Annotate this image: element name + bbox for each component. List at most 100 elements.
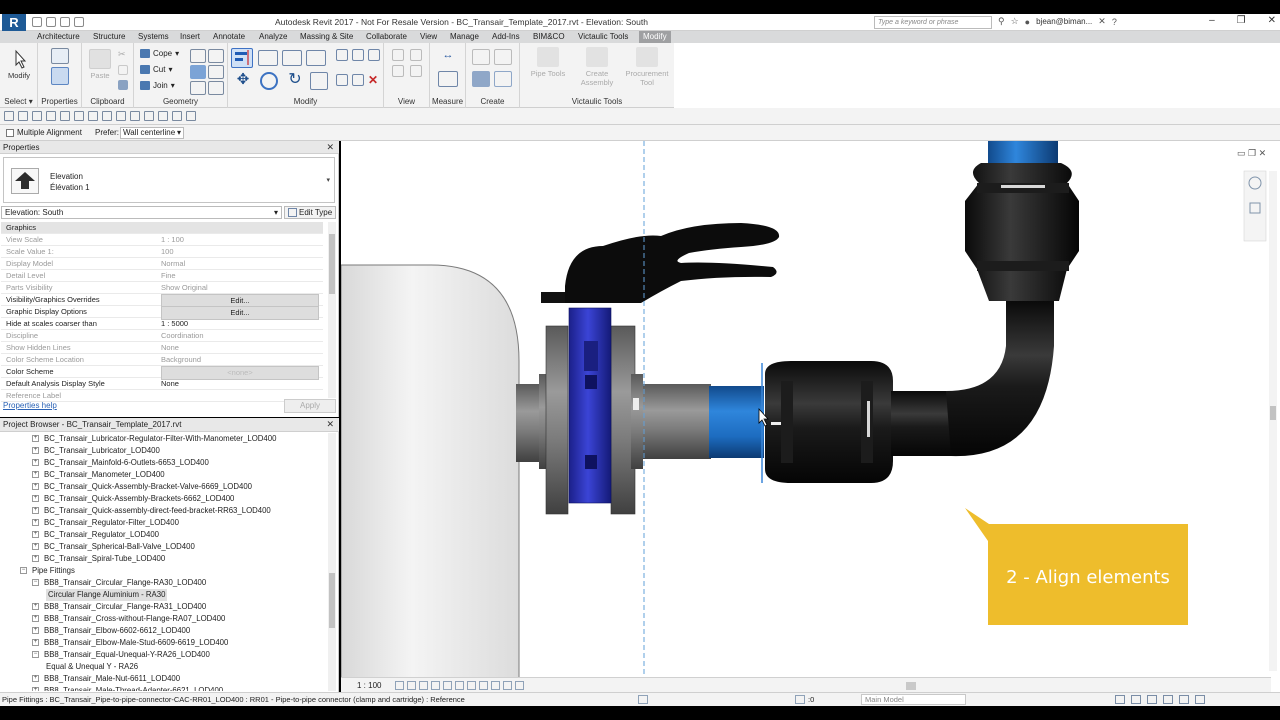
tab-annotate[interactable]: Annotate (213, 31, 245, 43)
collapse-icon[interactable]: − (32, 651, 39, 658)
user-name[interactable]: bjean@biman... (1036, 17, 1092, 26)
create-assembly-button[interactable]: Create Assembly (574, 47, 620, 87)
pipe-tools-button[interactable]: Pipe Tools (526, 47, 570, 78)
tree-item[interactable]: − BB8_Transair_Equal-Unequal-Y-RA26_LOD40… (0, 649, 326, 661)
create-group-icon[interactable] (472, 71, 490, 87)
tree-item[interactable]: + BB8_Transair_Elbow-6602-6612_LOD400 (0, 625, 326, 637)
sun-path-icon[interactable] (419, 681, 428, 690)
filter-selection-icon[interactable] (795, 695, 805, 704)
trim-extend-icon[interactable] (310, 72, 328, 90)
flange-right-ring[interactable] (631, 374, 643, 469)
expand-icon[interactable]: + (32, 507, 39, 514)
save-icon[interactable] (46, 17, 56, 27)
copy-element-icon[interactable] (260, 72, 278, 90)
search-input[interactable]: Type a keyword or phrase (874, 16, 992, 29)
tree-item[interactable]: + BC_Transair_Quick-Assembly-Brackets-666… (0, 493, 326, 505)
panel-label-select[interactable]: Select ▾ (0, 97, 37, 106)
expand-icon[interactable]: + (32, 519, 39, 526)
tree-item[interactable]: + BB8_Transair_Elbow-Male-Stud-6609-6619_… (0, 637, 326, 649)
tree-item[interactable]: + BC_Transair_Lubricator_LOD400 (0, 445, 326, 457)
redo-icon[interactable] (74, 17, 84, 27)
align-icon[interactable] (231, 48, 253, 68)
browser-scrollbar[interactable] (328, 433, 336, 691)
elevation-drawing[interactable]: 2 - Align elements ▭ ❐ ✕ (341, 141, 1280, 692)
split-face-icon[interactable] (208, 49, 224, 63)
copy-icon[interactable] (118, 65, 128, 75)
save-file-icon[interactable] (18, 111, 28, 121)
tank-body[interactable] (341, 264, 520, 692)
property-value[interactable]: None (161, 378, 319, 390)
edit-type-button[interactable]: Edit Type (284, 206, 336, 219)
analytical-model-icon[interactable] (503, 681, 512, 690)
tab-architecture[interactable]: Architecture (37, 31, 80, 43)
expand-icon[interactable]: + (32, 555, 39, 562)
tree-item[interactable]: − Pipe Fittings (0, 565, 326, 577)
property-value[interactable]: None (161, 342, 319, 354)
restore-icon[interactable]: ❐ (1237, 15, 1246, 26)
procurement-tool-button[interactable]: Procurement Tool (622, 47, 672, 87)
tree-item[interactable]: + BB8_Transair_Circular_Flange-RA31_LOD40… (0, 601, 326, 613)
expand-icon[interactable]: + (32, 471, 39, 478)
create-assembly-small-icon[interactable] (472, 49, 490, 65)
tab-add-ins[interactable]: Add-Ins (492, 31, 520, 43)
tab-victaulic-tools[interactable]: Victaulic Tools (578, 31, 628, 43)
tree-item[interactable]: + BB8_Transair_Male-Thread-Adapter-6621_L… (0, 685, 326, 691)
active-workset[interactable]: Main Model (861, 694, 966, 705)
tab-collaborate[interactable]: Collaborate (366, 31, 407, 43)
highlight-displacement-icon[interactable] (515, 681, 524, 690)
property-value[interactable]: Background (161, 354, 319, 366)
select-by-face-icon[interactable] (1163, 695, 1173, 704)
split-element-icon[interactable] (336, 49, 348, 61)
tree-item[interactable]: + BC_Transair_Regulator-Filter_LOD400 (0, 517, 326, 529)
undo-icon[interactable] (60, 17, 70, 27)
black-pipe[interactable] (891, 391, 951, 456)
property-value[interactable]: Normal (161, 258, 319, 270)
match-type-icon[interactable] (118, 80, 128, 90)
horizontal-scroll-thumb[interactable] (906, 682, 916, 690)
tree-item[interactable]: + BC_Transair_Manometer_LOD400 (0, 469, 326, 481)
move-icon[interactable]: ✥ (234, 72, 252, 90)
expand-icon[interactable]: + (32, 435, 39, 442)
tree-item[interactable]: + BB8_Transair_Male-Nut-6611_LOD400 (0, 673, 326, 685)
tab-view[interactable]: View (420, 31, 437, 43)
text-icon[interactable] (116, 111, 126, 121)
expand-icon[interactable]: + (32, 627, 39, 634)
tank-outlet-stub[interactable] (516, 384, 542, 462)
create-parts-icon[interactable] (494, 49, 512, 65)
sync-icon[interactable] (32, 111, 42, 121)
create-similar-icon[interactable] (494, 71, 512, 87)
pin-icon[interactable] (368, 49, 380, 61)
section-icon[interactable] (144, 111, 154, 121)
override-graphics-icon[interactable] (410, 49, 422, 61)
mirror-draw-axis-icon[interactable] (306, 50, 326, 66)
tab-modify[interactable]: Modify (639, 31, 671, 43)
type-selector[interactable]: Elevation Élévation 1 ▾ (3, 157, 335, 203)
view-window-controls[interactable]: ▭ ❐ ✕ (1237, 148, 1266, 158)
offset-icon[interactable] (258, 50, 278, 66)
star-icon[interactable]: ☆ (1011, 16, 1019, 27)
visual-style-icon[interactable] (407, 681, 416, 690)
vertical-blue-pipe[interactable] (988, 141, 1058, 163)
tab-systems[interactable]: Systems (138, 31, 169, 43)
paste-button[interactable]: Paste (88, 49, 112, 80)
grey-pipe[interactable] (643, 384, 711, 459)
open-icon[interactable] (32, 17, 42, 27)
chevron-down-icon[interactable]: ▾ (326, 176, 330, 184)
hide-element-icon[interactable] (392, 49, 404, 61)
close-icon[interactable]: ✕ (1268, 15, 1276, 26)
tree-item[interactable]: Circular Flange Aluminium - RA30 (0, 589, 326, 601)
blue-pipe[interactable] (709, 386, 764, 458)
tree-item[interactable]: + BC_Transair_Quick-assembly-direct-feed-… (0, 505, 326, 517)
3d-view-icon[interactable] (130, 111, 140, 121)
detail-level-icon[interactable] (395, 681, 404, 690)
thin-lines-icon[interactable] (158, 111, 168, 121)
linework-icon[interactable] (392, 65, 404, 77)
filter-icon[interactable] (1195, 695, 1205, 704)
expand-icon[interactable]: + (32, 483, 39, 490)
tab-insert[interactable]: Insert (180, 31, 200, 43)
shadows-icon[interactable] (431, 681, 440, 690)
drag-on-selection-icon[interactable] (1179, 695, 1189, 704)
paint-icon[interactable] (190, 65, 206, 79)
remove-paint-icon[interactable] (190, 81, 206, 95)
demolish-icon[interactable] (208, 65, 224, 79)
